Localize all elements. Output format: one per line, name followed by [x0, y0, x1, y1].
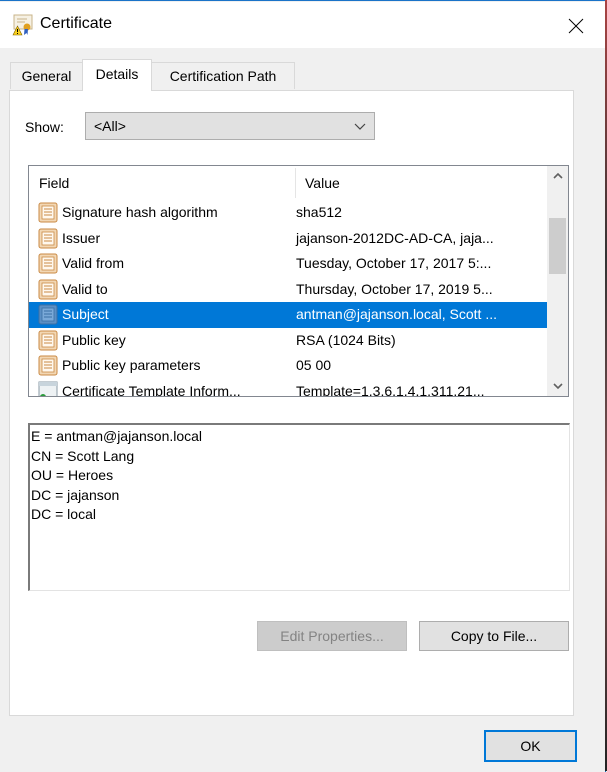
- details-panel: Show: <All> Field Value Signature hash a…: [9, 90, 574, 716]
- list-row[interactable]: Signature hash algorithm sha512: [29, 200, 547, 226]
- property-icon: [38, 228, 58, 249]
- title-bar: Certificate: [0, 2, 605, 48]
- row-field-name: Public key parameters: [62, 357, 201, 373]
- scroll-up-button[interactable]: [547, 166, 568, 186]
- list-row[interactable]: Subject antman@jajanson.local, Scott ...: [29, 302, 547, 328]
- row-field-name: Certificate Template Inform...: [62, 382, 241, 397]
- row-field-value: Thursday, October 17, 2019 5...: [296, 280, 493, 297]
- property-icon: [38, 304, 58, 325]
- column-label: Field: [39, 175, 70, 191]
- copy-to-file-button[interactable]: Copy to File...: [419, 621, 569, 651]
- tab-label: Details: [95, 66, 139, 82]
- chevron-down-icon: [354, 119, 366, 135]
- vertical-scrollbar[interactable]: [547, 166, 568, 396]
- list-row[interactable]: Issuer jajanson-2012DC-AD-CA, jaja...: [29, 226, 547, 252]
- row-field-name: Public key: [62, 331, 126, 348]
- column-header-value[interactable]: Value: [295, 166, 547, 198]
- tab-details[interactable]: Details: [82, 59, 152, 91]
- list-row[interactable]: Certificate Template Inform... Template=1…: [29, 379, 547, 397]
- row-field-name: Subject: [62, 306, 109, 322]
- row-field-name: Signature hash algorithm: [62, 204, 218, 220]
- tab-label: Certification Path: [169, 68, 277, 84]
- property-icon: [38, 279, 58, 300]
- tab-certification-path[interactable]: Certification Path: [151, 62, 295, 89]
- detail-line: E = antman@jajanson.local: [31, 428, 203, 444]
- close-icon: [568, 18, 584, 34]
- window-title: Certificate: [40, 15, 113, 32]
- column-label: Value: [305, 175, 340, 191]
- certificate-warning-icon: [12, 14, 34, 36]
- show-dropdown[interactable]: <All>: [85, 112, 375, 140]
- chevron-up-icon: [552, 172, 563, 179]
- show-label: Show:: [25, 119, 64, 135]
- column-header-field[interactable]: Field: [29, 166, 295, 198]
- field-value-textbox[interactable]: E = antman@jajanson.local CN = Scott Lan…: [28, 423, 570, 591]
- row-field-value: sha512: [296, 204, 342, 220]
- row-field-name: Issuer: [62, 229, 101, 246]
- row-field-value: antman@jajanson.local, Scott ...: [296, 306, 497, 322]
- chevron-down-icon: [552, 383, 563, 390]
- row-field-value: RSA (1024 Bits): [296, 331, 396, 348]
- certificate-dialog: Certificate General Details Certificatio…: [0, 0, 606, 772]
- extension-icon: [38, 381, 58, 396]
- tab-general[interactable]: General: [10, 62, 83, 89]
- detail-line: OU = Heroes: [31, 467, 114, 483]
- close-button[interactable]: [562, 12, 590, 40]
- detail-line: DC = local: [31, 506, 96, 522]
- row-field-name: Valid from: [62, 255, 124, 271]
- show-selected-value: <All>: [94, 118, 126, 134]
- listview-rows: Signature hash algorithm sha512 Issuer jaja…: [29, 200, 547, 397]
- list-row[interactable]: Valid from Tuesday, October 17, 2017 5:..…: [29, 251, 547, 277]
- row-field-value: Tuesday, October 17, 2017 5:...: [296, 255, 492, 271]
- ok-button[interactable]: OK: [484, 730, 577, 762]
- detail-line: DC = jajanson: [31, 486, 120, 503]
- row-field-value: jajanson-2012DC-AD-CA, jaja...: [296, 229, 494, 246]
- list-row[interactable]: Valid to Thursday, October 17, 2019 5...: [29, 277, 547, 303]
- row-field-value: 05 00: [296, 357, 332, 373]
- list-row[interactable]: Public key RSA (1024 Bits): [29, 328, 547, 354]
- row-field-name: Valid to: [62, 280, 108, 297]
- detail-line: CN = Scott Lang: [31, 447, 135, 464]
- property-icon: [38, 202, 58, 223]
- property-icon: [38, 330, 58, 351]
- tab-label: General: [21, 68, 72, 84]
- fields-listview[interactable]: Field Value Signature hash algorithm sha5…: [28, 165, 569, 397]
- list-row[interactable]: Public key parameters 05 00: [29, 353, 547, 379]
- property-icon: [38, 355, 58, 376]
- edit-properties-button[interactable]: Edit Properties...: [257, 621, 407, 651]
- property-icon: [38, 253, 58, 274]
- listview-header: Field Value: [29, 166, 547, 198]
- scroll-thumb[interactable]: [549, 218, 566, 274]
- row-field-value: Template=1.3.6.1.4.1.311.21...: [296, 382, 485, 397]
- scroll-down-button[interactable]: [547, 376, 568, 396]
